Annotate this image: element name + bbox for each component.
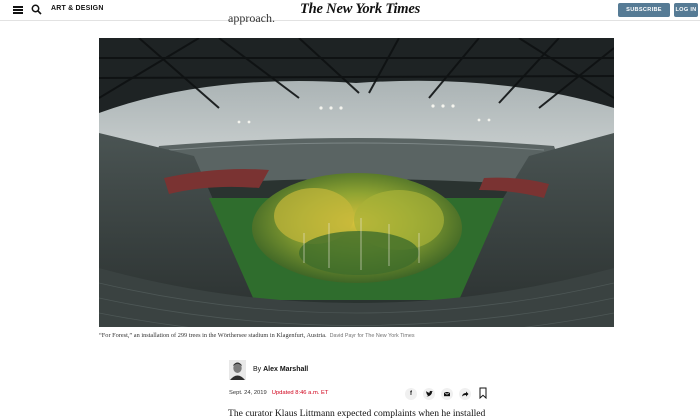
preceding-paragraph: approach. [228,11,275,25]
byline-prefix: By [253,366,262,373]
email-icon [443,391,451,397]
masthead-logo[interactable]: The New York Times [300,1,420,18]
bookmark-icon[interactable] [479,387,487,399]
photo-caption: “For Forest,” an installation of 299 tre… [99,332,619,339]
author-portrait [229,360,246,380]
share-icon [462,391,469,397]
author-avatar[interactable] [229,360,246,380]
stadium-forest-image [99,38,614,327]
email-share-button[interactable] [441,388,453,400]
facebook-share-button[interactable]: f [405,388,417,400]
more-share-button[interactable] [459,388,471,400]
search-icon[interactable] [31,4,42,15]
twitter-share-button[interactable] [423,388,435,400]
caption-text: “For Forest,” an installation of 299 tre… [99,332,327,339]
author-name[interactable]: Alex Marshall [263,366,308,373]
login-button[interactable]: LOG IN [674,3,698,17]
facebook-icon: f [410,391,412,397]
section-link[interactable]: ART & DESIGN [51,5,104,12]
subscribe-button[interactable]: SUBSCRIBE NOW [618,3,670,27]
byline: By Alex Marshall [253,366,308,373]
menu-icon[interactable] [13,6,23,14]
hero-photo [99,38,614,327]
top-bar: ART & DESIGN The New York Times SUBSCRIB… [0,0,700,27]
dateline: Sept. 24, 2019 Updated 8:46 a.m. ET [229,390,328,396]
updated-timestamp: Updated 8:46 a.m. ET [271,390,329,396]
twitter-icon [426,390,433,397]
photo-credit: David Payr for The New York Times [329,333,415,339]
article-body-first-line: The curator Klaus Littmann expected comp… [228,408,486,419]
publish-date: Sept. 24, 2019 [229,390,267,396]
